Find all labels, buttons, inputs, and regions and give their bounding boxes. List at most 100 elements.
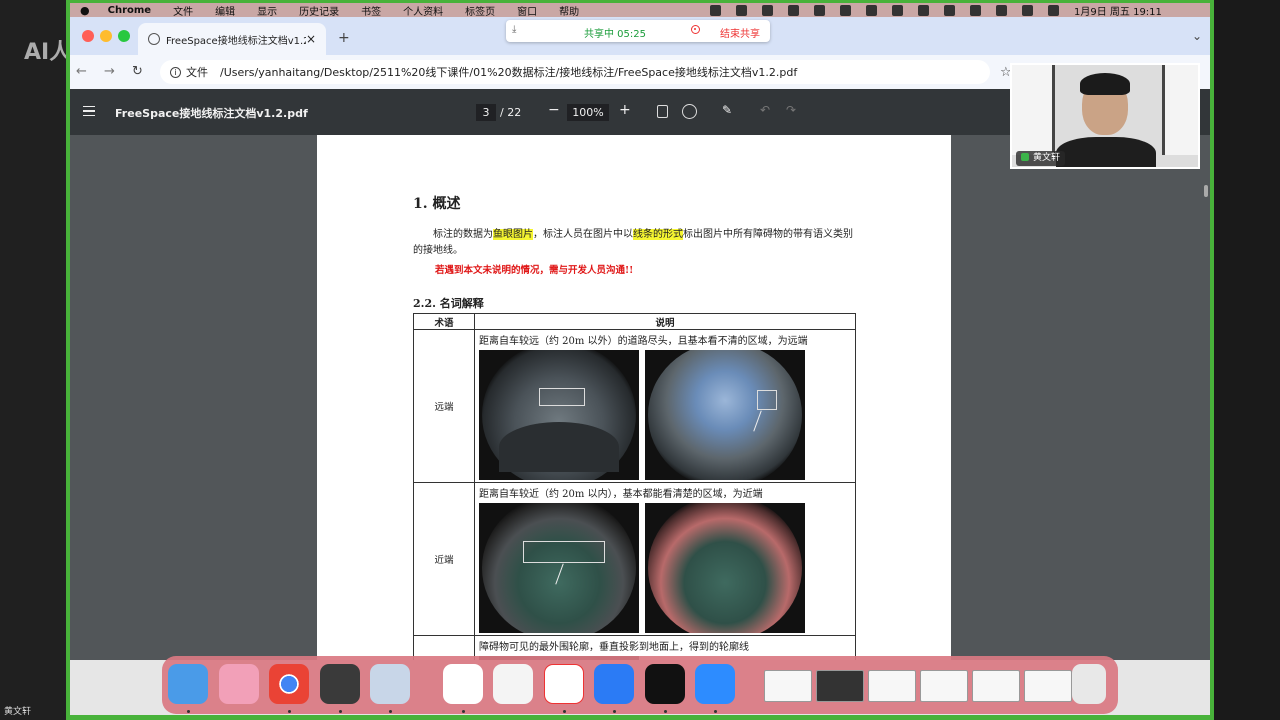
zoom-out-icon[interactable]: − [548, 102, 560, 118]
menu-icon[interactable] [83, 106, 95, 116]
music-status-icon[interactable] [892, 4, 903, 16]
subsection-heading: 2.2. 名词解释 [413, 297, 484, 310]
menu-help[interactable]: 帮助 [559, 3, 579, 18]
desc-cell: 距离自车较近（约 20m 以内），基本都能看清楚的区域，为近端 [474, 482, 856, 636]
sublime-icon[interactable] [320, 664, 360, 704]
term-cell: 远端 [413, 329, 475, 483]
wechat-status-icon[interactable] [866, 4, 877, 16]
address-bar[interactable]: i 文件 /Users/yanhaitang/Desktop/2511%20线下… [160, 60, 990, 84]
fisheye-image [645, 350, 805, 480]
minimized-window-thumbnail[interactable] [764, 670, 812, 702]
wps-status-icon[interactable] [736, 4, 747, 16]
running-indicator [613, 710, 616, 713]
minimized-window-thumbnail[interactable] [816, 670, 864, 702]
trash-icon[interactable] [1072, 664, 1106, 704]
menu-edit[interactable]: 编辑 [215, 3, 235, 18]
menu-bar-clock[interactable]: 1月9日 周五 19:11 [1074, 3, 1162, 18]
menu-view[interactable]: 显示 [257, 3, 277, 18]
webcam-name: 黄文轩 [1033, 153, 1061, 163]
fit-page-icon[interactable] [657, 105, 668, 118]
wps-icon[interactable] [544, 664, 584, 704]
chrome-icon[interactable] [269, 664, 309, 704]
highlight-lines: 线条的形式 [633, 229, 683, 240]
running-indicator [288, 710, 291, 713]
table-row: 远端 距离自车较远（约 20m 以外）的道路尽头，且基本看不清的区域，为远端 [413, 329, 856, 483]
running-indicator [339, 710, 342, 713]
column-header-term: 术语 [413, 313, 475, 330]
participant-name: 黄文轩 [4, 707, 32, 717]
fisheye-image [479, 503, 639, 633]
annotate-icon[interactable]: ✎ [722, 103, 732, 117]
desc-cell: 距离自车较远（约 20m 以外）的道路尽头，且基本看不清的区域，为远端 [474, 329, 856, 483]
running-indicator [187, 710, 190, 713]
section-heading: 1. 概述 [413, 196, 461, 212]
zoom-level-input[interactable]: 100% [567, 104, 609, 121]
pdf-viewport[interactable]: 1. 概述 标注的数据为鱼眼图片，标注人员在图片中以线条的形式标出图片中所有障碍… [70, 135, 1210, 660]
menu-bar-status-area: 1月9日 周五 19:11 [710, 3, 1162, 18]
mac-dock [162, 656, 1118, 714]
back-arrow-icon[interactable]: ← [76, 64, 87, 79]
pdf-title: FreeSpace接地线标注文档v1.2.pdf [115, 107, 308, 120]
rotate-icon[interactable] [682, 104, 697, 119]
feishu-icon[interactable] [594, 664, 634, 704]
minimize-window-button[interactable] [100, 30, 112, 42]
wifi-icon[interactable] [996, 4, 1007, 16]
control-center-icon[interactable] [1048, 4, 1059, 16]
term-cell: 近端 [413, 482, 475, 636]
baidu-status-icon[interactable] [814, 4, 825, 16]
stop-sharing-button[interactable]: 结束共享 [720, 25, 760, 40]
finder-icon[interactable] [168, 664, 208, 704]
desc-text: 距离自车较远（约 20m 以外）的道路尽头，且基本看不清的区域，为远端 [479, 336, 808, 347]
download-icon[interactable]: ⤓ [512, 24, 516, 35]
minimized-window-thumbnail[interactable] [1024, 670, 1072, 702]
play-status-icon[interactable] [918, 4, 929, 16]
minimized-window-thumbnail[interactable] [868, 670, 916, 702]
tiktok-status-icon[interactable] [762, 4, 773, 16]
pdf-page: 1. 概述 标注的数据为鱼眼图片，标注人员在图片中以线条的形式标出图片中所有障碍… [317, 135, 951, 660]
close-tab-icon[interactable]: × [306, 32, 316, 46]
battery-icon[interactable] [970, 4, 981, 16]
notes-icon[interactable] [493, 664, 533, 704]
sync-status-icon[interactable] [840, 4, 851, 16]
table-row: 近端 距离自车较近（约 20m 以内），基本都能看清楚的区域，为近端 [413, 482, 856, 636]
record-status-icon[interactable] [788, 4, 799, 16]
minimized-window-thumbnail[interactable] [972, 670, 1020, 702]
menu-profiles[interactable]: 个人资料 [403, 3, 443, 18]
status-app-icon[interactable] [710, 4, 721, 16]
tab-freespace-pdf[interactable]: FreeSpace接地线标注文档v1.2.pdf × [138, 23, 326, 55]
url-text[interactable]: /Users/yanhaitang/Desktop/2511%20线下课件/01… [220, 64, 797, 80]
redo-icon[interactable]: ↷ [786, 103, 796, 117]
para-text: ，标注人员在图片中以 [533, 229, 633, 240]
launchpad-icon[interactable] [219, 664, 259, 704]
close-window-button[interactable] [82, 30, 94, 42]
apple-menu-icon[interactable]: ● [80, 4, 90, 17]
menu-window[interactable]: 窗口 [517, 3, 537, 18]
search-icon[interactable] [1022, 4, 1033, 16]
zoom-icon[interactable] [695, 664, 735, 704]
page-number-input[interactable]: 3 [476, 104, 496, 121]
running-indicator [462, 710, 465, 713]
undo-icon[interactable]: ↶ [760, 103, 770, 117]
menu-bookmarks[interactable]: 书签 [361, 3, 381, 18]
warning-note: 若遇到本文未说明的情况，需与开发人员沟通!! [435, 265, 634, 276]
menu-app-chrome[interactable]: Chrome [108, 5, 151, 16]
input-method-icon[interactable] [944, 4, 955, 16]
scrollbar-thumb[interactable] [1204, 185, 1208, 197]
preview-icon[interactable] [370, 664, 410, 704]
forward-arrow-icon[interactable]: → [104, 64, 115, 79]
terms-table: 术语 说明 远端 距离自车较远（约 20m 以外）的道路尽头，且基本看不清的区域… [413, 313, 856, 660]
screen-share-banner: ⤓ 共享中 05:25 结束共享 [506, 20, 770, 42]
zoom-window-button[interactable] [118, 30, 130, 42]
new-tab-icon[interactable]: + [338, 30, 350, 46]
menu-history[interactable]: 历史记录 [299, 3, 339, 18]
tiktok-icon[interactable] [645, 664, 685, 704]
shared-screen: ● Chrome 文件 编辑 显示 历史记录 书签 个人资料 标签页 窗口 帮助… [70, 3, 1210, 715]
menu-tabs[interactable]: 标签页 [465, 3, 495, 18]
info-icon[interactable]: i [170, 66, 181, 78]
minimized-window-thumbnail[interactable] [920, 670, 968, 702]
zoom-in-icon[interactable]: + [619, 102, 631, 118]
menu-file[interactable]: 文件 [173, 3, 193, 18]
reload-icon[interactable]: ↻ [132, 64, 143, 79]
baidu-netdisk-icon[interactable] [443, 664, 483, 704]
tab-search-chevron-icon[interactable]: ⌄ [1192, 29, 1202, 43]
